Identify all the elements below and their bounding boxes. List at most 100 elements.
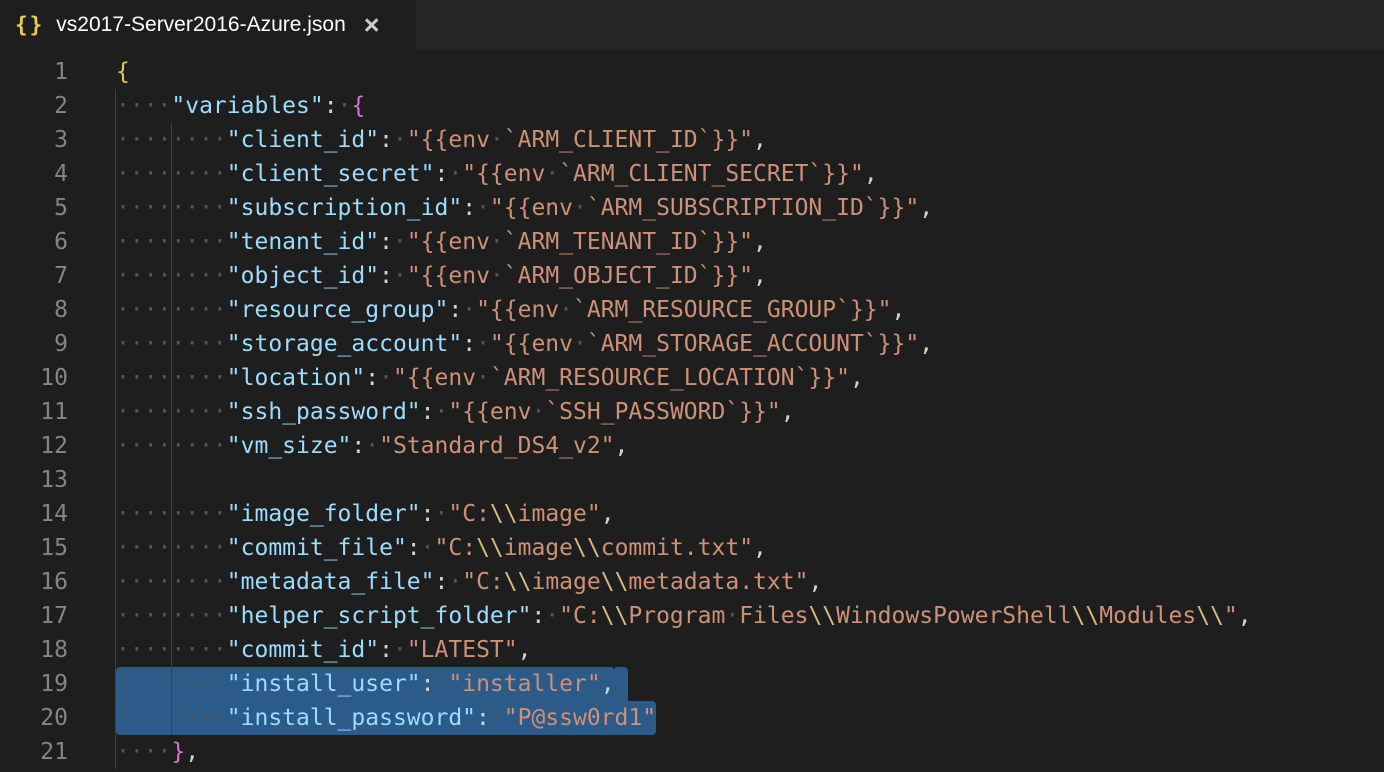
whitespace-dots: · bbox=[435, 501, 449, 527]
line-number[interactable]: 17 bbox=[0, 599, 68, 633]
code-line[interactable]: 17········"helper_script_folder":·"C:\\P… bbox=[0, 599, 1384, 633]
line-number[interactable]: 21 bbox=[0, 735, 68, 769]
whitespace-dots: ········ bbox=[116, 127, 227, 153]
line-number[interactable]: 14 bbox=[0, 497, 68, 531]
token-key: "metadata_file" bbox=[227, 569, 435, 595]
token-esc: \\ bbox=[1196, 603, 1224, 629]
whitespace-dots: ········ bbox=[116, 263, 227, 289]
line-number[interactable]: 19 bbox=[0, 667, 68, 701]
token-str: "C: bbox=[559, 603, 601, 629]
code-line[interactable]: 19········"install_user":·"installer", bbox=[0, 667, 1384, 701]
token-str: `ARM_CLIENT_SECRET`}}" bbox=[559, 161, 864, 187]
code-line[interactable]: 21 ····}, bbox=[0, 735, 1384, 769]
tab-close-icon[interactable]: × bbox=[364, 15, 380, 35]
code-line[interactable]: 18 ········"commit_id":·"LATEST", bbox=[0, 633, 1384, 667]
code-line[interactable]: 10········"location":·"{{env·`ARM_RESOUR… bbox=[0, 361, 1384, 395]
token-esc: \\ bbox=[504, 569, 532, 595]
line-number[interactable]: 15 bbox=[0, 531, 68, 565]
code-editor[interactable]: 1{2····"variables":·{3········"client_id… bbox=[0, 50, 1384, 769]
token-str: `SSH_PASSWORD`}}" bbox=[545, 399, 780, 425]
code-line[interactable]: 12 ········"vm_size":·"Standard_DS4_v2", bbox=[0, 429, 1384, 463]
code-line-text: ········"vm_size":·"Standard_DS4_v2", bbox=[116, 429, 628, 463]
line-number[interactable]: 8 bbox=[0, 293, 68, 327]
code-line[interactable]: 6 ········"tenant_id":·"{{env·`ARM_TENANT… bbox=[0, 225, 1384, 259]
code-line-text: ········"resource_group":·"{{env·`ARM_RE… bbox=[116, 293, 905, 327]
code-line-text: ········"commit_id":·"LATEST", bbox=[116, 633, 531, 667]
whitespace-dots: ········ bbox=[116, 433, 227, 459]
code-line[interactable]: 9········"storage_account":·"{{env·`ARM_… bbox=[0, 327, 1384, 361]
code-line[interactable]: 3········"client_id":·"{{env·`ARM_CLIENT… bbox=[0, 123, 1384, 157]
whitespace-dots: ········ bbox=[116, 365, 227, 391]
code-line-text: ········"tenant_id":·"{{env·`ARM_TENANT_… bbox=[116, 225, 767, 259]
token-key: "object_id" bbox=[227, 263, 379, 289]
token-str: "installer" bbox=[448, 671, 600, 697]
code-line-text: ····}, bbox=[116, 735, 199, 769]
token-str: "P@ssw0rd1" bbox=[504, 705, 656, 731]
token-esc: \\ bbox=[476, 535, 504, 561]
code-line[interactable]: 5········"subscription_id":·"{{env·`ARM_… bbox=[0, 191, 1384, 225]
line-number[interactable]: 11 bbox=[0, 395, 68, 429]
token-p: : bbox=[448, 297, 462, 323]
whitespace-dots: ········ bbox=[116, 297, 227, 323]
whitespace-dots: · bbox=[545, 603, 559, 629]
line-number[interactable]: 16 bbox=[0, 565, 68, 599]
whitespace-dots: ········ bbox=[116, 399, 227, 425]
line-number[interactable]: 2 bbox=[0, 89, 68, 123]
code-line[interactable]: 2····"variables":·{ bbox=[0, 89, 1384, 123]
token-str: `ARM_TENANT_ID`}}" bbox=[504, 229, 753, 255]
code-line[interactable]: 15········"commit_file":·"C:\\image\\com… bbox=[0, 531, 1384, 565]
tab-label: vs2017-Server2016-Azure.json bbox=[56, 13, 346, 37]
token-p: : bbox=[379, 127, 393, 153]
token-p: , bbox=[919, 195, 933, 221]
token-key: "storage_account" bbox=[227, 331, 462, 357]
token-str: commit.txt" bbox=[601, 535, 753, 561]
whitespace-dots: · bbox=[393, 263, 407, 289]
line-number[interactable]: 6 bbox=[0, 225, 68, 259]
code-line[interactable]: 7········"object_id":·"{{env·`ARM_OBJECT… bbox=[0, 259, 1384, 293]
code-line[interactable]: 20········"install_password":·"P@ssw0rd1… bbox=[0, 701, 1384, 735]
token-esc: \\ bbox=[808, 603, 836, 629]
whitespace-dots: ········ bbox=[116, 671, 227, 697]
whitespace-dots: ········ bbox=[116, 569, 227, 595]
code-line-text: ········"ssh_password":·"{{env·`SSH_PASS… bbox=[116, 395, 795, 429]
token-p: : bbox=[365, 365, 379, 391]
code-line[interactable]: 8 ········"resource_group":·"{{env·`ARM_R… bbox=[0, 293, 1384, 327]
line-number[interactable]: 12 bbox=[0, 429, 68, 463]
line-number[interactable]: 10 bbox=[0, 361, 68, 395]
whitespace-dots: · bbox=[338, 93, 352, 119]
code-line[interactable]: 4········"client_secret":·"{{env·`ARM_CL… bbox=[0, 157, 1384, 191]
line-number[interactable]: 20 bbox=[0, 701, 68, 735]
line-number[interactable]: 3 bbox=[0, 123, 68, 157]
code-line[interactable]: 16········"metadata_file":·"C:\\image\\m… bbox=[0, 565, 1384, 599]
whitespace-dots: · bbox=[545, 161, 559, 187]
token-key: "commit_id" bbox=[227, 637, 379, 663]
code-line[interactable]: 13 bbox=[0, 463, 1384, 497]
code-line[interactable]: 11 ········"ssh_password":·"{{env·`SSH_PA… bbox=[0, 395, 1384, 429]
tab-vs2017-server2016-azure-json[interactable]: {} vs2017-Server2016-Azure.json × bbox=[0, 0, 416, 50]
token-p: : bbox=[379, 229, 393, 255]
whitespace-dots: ···· bbox=[116, 739, 171, 765]
line-number[interactable]: 1 bbox=[0, 55, 68, 89]
line-number[interactable]: 9 bbox=[0, 327, 68, 361]
token-str: "{{env bbox=[490, 195, 573, 221]
token-b2: { bbox=[351, 93, 365, 119]
line-number[interactable]: 18 bbox=[0, 633, 68, 667]
token-p: : bbox=[421, 399, 435, 425]
whitespace-dots: · bbox=[448, 569, 462, 595]
token-p: , bbox=[753, 263, 767, 289]
token-str: "{{env bbox=[462, 161, 545, 187]
whitespace-dots: · bbox=[490, 127, 504, 153]
line-number[interactable]: 5 bbox=[0, 191, 68, 225]
token-p: : bbox=[435, 161, 449, 187]
token-esc: \\ bbox=[573, 535, 601, 561]
whitespace-dots: ···· bbox=[116, 93, 171, 119]
code-line[interactable]: 14········"image_folder":·"C:\\image", bbox=[0, 497, 1384, 531]
line-number[interactable]: 4 bbox=[0, 157, 68, 191]
line-number[interactable]: 13 bbox=[0, 463, 68, 497]
token-p: , bbox=[850, 365, 864, 391]
code-line[interactable]: 1{ bbox=[0, 55, 1384, 89]
token-p: : bbox=[407, 535, 421, 561]
token-esc: \\ bbox=[601, 603, 629, 629]
token-p: : bbox=[462, 195, 476, 221]
line-number[interactable]: 7 bbox=[0, 259, 68, 293]
